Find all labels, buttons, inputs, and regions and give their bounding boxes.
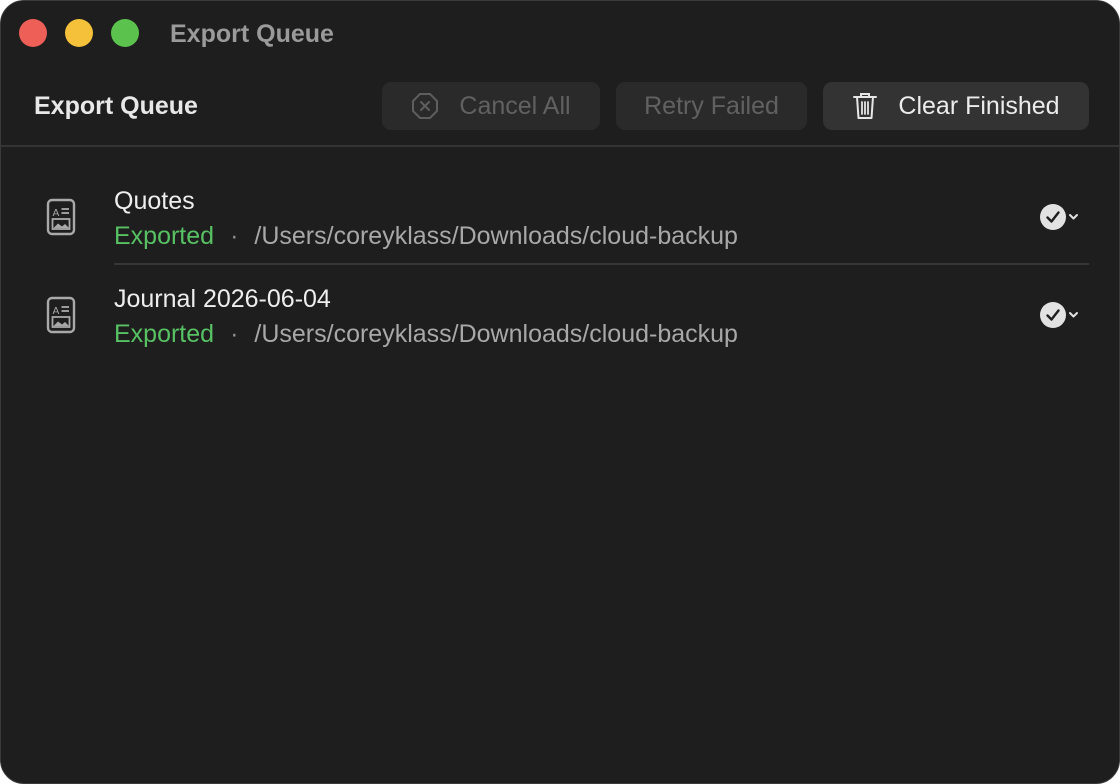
status-label: Exported (114, 320, 215, 348)
trash-icon (852, 91, 878, 121)
page-title: Export Queue (34, 92, 198, 120)
minimize-window-button[interactable] (65, 19, 93, 47)
list-item[interactable]: A Quotes Exported ·/Users/coreyklass/Down… (1, 147, 1119, 265)
checkmark-circle-icon[interactable] (1040, 301, 1080, 329)
item-subtitle: Exported · /Users/coreyklass/Downloads/clo… (114, 318, 738, 350)
retry-failed-label: Retry Failed (644, 91, 779, 120)
svg-text:A: A (53, 306, 60, 317)
window-title: Export Queue (170, 20, 334, 48)
document-icon: A (45, 197, 77, 237)
close-window-button[interactable] (19, 19, 47, 47)
title-bar[interactable]: Export Queue (1, 1, 1119, 65)
cancel-icon (411, 92, 439, 120)
document-icon: A (45, 295, 77, 335)
separator-dot: · (230, 320, 239, 348)
cancel-all-button[interactable]: Cancel All (382, 82, 600, 130)
clear-finished-button[interactable]: Clear Finished (823, 82, 1089, 130)
toolbar: Export Queue Cancel All Retry Failed Cle… (1, 65, 1119, 147)
retry-failed-button[interactable]: Retry Failed (616, 82, 807, 130)
svg-text:A: A (53, 208, 60, 219)
export-queue-list: A Quotes Exported · /Users/coreyklass/Down… (1, 147, 1119, 348)
maximize-window-button[interactable] (111, 19, 139, 47)
checkmark-circle-icon[interactable] (1040, 203, 1080, 231)
item-name: Quotes (114, 187, 195, 215)
export-queue-window: Export Queue Export Queue Cancel All Ret… (0, 0, 1120, 784)
item-name: Journal 2026-06-04 (114, 285, 331, 313)
export-path: /Users/coreyklass/Downloads/cloud-backup (254, 320, 738, 348)
cancel-all-label: Cancel All (459, 91, 571, 120)
list-item[interactable]: A Journal 2026-06-04 Exported · /Users/cor… (1, 245, 1119, 348)
clear-finished-label: Clear Finished (898, 91, 1060, 120)
